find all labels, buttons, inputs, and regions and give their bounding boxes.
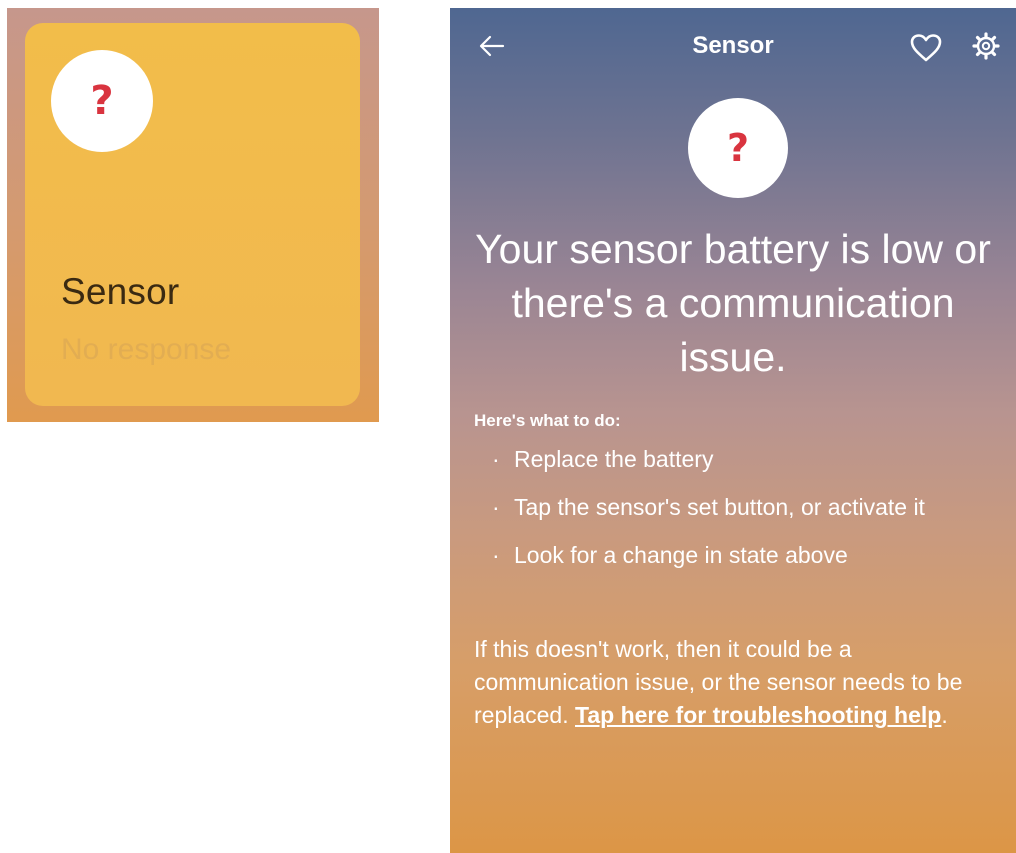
question-mark-icon: ? [51, 50, 153, 152]
list-item: Replace the battery [488, 444, 1008, 475]
list-item: Tap the sensor's set button, or activate… [488, 492, 1008, 523]
sensor-tile-frame: ? Sensor No response [7, 8, 379, 422]
tile-status: No response [61, 333, 232, 366]
heart-icon [910, 34, 942, 62]
settings-button[interactable] [966, 26, 1006, 66]
question-mark-glyph: ? [90, 78, 114, 124]
question-mark-glyph: ? [726, 126, 750, 170]
instructions-heading: Here's what to do: [474, 411, 621, 430]
help-paragraph: If this doesn't work, then it could be a… [474, 633, 1004, 732]
favorite-button[interactable] [906, 28, 946, 68]
list-item: Look for a change in state above [488, 540, 1008, 571]
sensor-tile-card[interactable]: ? Sensor No response [25, 23, 360, 406]
tile-title: Sensor [61, 271, 180, 312]
nav-bar: Sensor [450, 8, 1016, 84]
steps-list: Replace the battery Tap the sensor's set… [488, 444, 1008, 588]
status-question-icon: ? [688, 98, 788, 198]
gear-icon [972, 32, 1000, 60]
sensor-detail-screen: Sensor ? Your sensor battery is low or t… [450, 8, 1016, 853]
troubleshooting-link[interactable]: Tap here for troubleshooting help [575, 702, 941, 728]
headline: Your sensor battery is low or there's a … [475, 226, 991, 380]
help-suffix: . [941, 702, 948, 728]
